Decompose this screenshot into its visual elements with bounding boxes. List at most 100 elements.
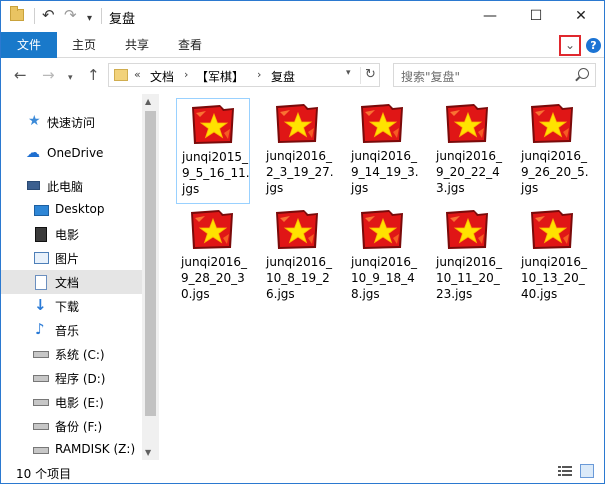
scroll-thumb[interactable]: [145, 111, 156, 416]
help-icon[interactable]: ?: [586, 38, 601, 53]
drive-icon: [33, 375, 49, 382]
divider: [34, 8, 35, 24]
undo-icon[interactable]: ↶: [42, 6, 55, 24]
file-name: junqi2016_10_11_20_23.jgs: [436, 255, 503, 301]
scroll-down-icon[interactable]: ▼: [145, 448, 151, 457]
maximize-button[interactable]: ☐: [513, 1, 559, 31]
junqi-file-icon: [191, 210, 233, 249]
file-name: junqi2016_10_9_18_48.jgs: [351, 255, 418, 301]
file-item[interactable]: junqi2016_10_9_18_48.jgs: [346, 204, 420, 310]
file-item[interactable]: junqi2016_9_14_19_3.jgs: [346, 98, 420, 204]
file-item[interactable]: junqi2016_2_3_19_27.jgs: [261, 98, 335, 204]
details-view-icon[interactable]: [558, 465, 572, 477]
nav-label: 此电脑: [47, 180, 84, 194]
file-name: junqi2016_10_13_20_40.jgs: [521, 255, 588, 301]
nav-onedrive[interactable]: ☁ OneDrive: [1, 142, 142, 166]
tab-home[interactable]: 主页: [72, 32, 96, 58]
file-item[interactable]: junqi2016_9_20_22_43.jgs: [431, 98, 505, 204]
documents-icon: [35, 275, 47, 290]
file-name: junqi2016_9_26_20_5.jgs: [521, 149, 589, 195]
recent-locations-icon[interactable]: ▾: [68, 70, 73, 86]
file-name: junqi2016_2_3_19_27.jgs: [266, 149, 334, 195]
nav-drive-z[interactable]: RAMDISK (Z:): [1, 438, 142, 460]
drive-icon: [33, 447, 49, 454]
junqi-file-icon: [361, 104, 403, 143]
address-bar[interactable]: « 文档 › 【军棋】 › 复盘 ▾ ↻: [108, 63, 380, 87]
breadcrumb-junqi[interactable]: 【军棋】: [196, 68, 244, 85]
refresh-icon[interactable]: ↻: [365, 67, 376, 82]
download-icon: ↓: [34, 296, 47, 314]
up-button[interactable]: ↑: [87, 67, 100, 83]
file-item[interactable]: junqi2016_10_13_20_40.jgs: [516, 204, 590, 310]
navigation-pane: ★ 快速访问 ☁ OneDrive 此电脑 Desktop 电影 图片 文档 ↓: [1, 94, 159, 460]
nav-this-pc[interactable]: 此电脑: [1, 174, 142, 198]
explorer-window: ↶ ↷ ▾ 复盘 — ☐ ✕ 文件 主页 共享 查看 ⌄ ? ← → ▾ ↑ «…: [0, 0, 605, 484]
nav-label: 程序 (D:): [55, 372, 106, 386]
customize-quick-access-icon[interactable]: ▾: [87, 10, 92, 28]
file-name: junqi2015_9_5_16_11.jgs: [182, 150, 250, 196]
redo-icon[interactable]: ↷: [64, 6, 77, 24]
chevron-right-icon[interactable]: ›: [257, 68, 261, 81]
nav-scrollbar[interactable]: ▲ ▼: [142, 94, 159, 460]
nav-label: 电影 (E:): [55, 396, 104, 410]
address-dropdown-icon[interactable]: ▾: [346, 68, 351, 78]
drive-icon: [33, 423, 49, 430]
file-item[interactable]: junqi2016_9_26_20_5.jgs: [516, 98, 590, 204]
file-list: junqi2015_9_5_16_11.jgs junqi2016_2_3_19_…: [161, 94, 604, 460]
expand-ribbon-button[interactable]: ⌄: [559, 35, 581, 56]
nav-drive-f[interactable]: 备份 (F:): [1, 414, 142, 438]
file-item[interactable]: junqi2016_10_8_19_26.jgs: [261, 204, 335, 310]
desktop-icon: [34, 205, 49, 216]
tab-view[interactable]: 查看: [178, 32, 202, 58]
file-name: junqi2016_9_28_20_30.jgs: [181, 255, 248, 301]
nav-drive-c[interactable]: 系统 (C:): [1, 342, 142, 366]
search-icon: [578, 68, 589, 79]
junqi-file-icon: [361, 210, 403, 249]
nav-pictures[interactable]: 图片: [1, 246, 142, 270]
breadcrumb-fupan[interactable]: 复盘: [271, 68, 295, 85]
forward-button[interactable]: →: [42, 67, 55, 83]
file-item[interactable]: junqi2015_9_5_16_11.jgs: [176, 98, 250, 204]
junqi-file-icon: [276, 210, 318, 249]
file-item[interactable]: junqi2016_10_11_20_23.jgs: [431, 204, 505, 310]
chevron-right-icon[interactable]: ›: [184, 68, 188, 81]
breadcrumb-overflow[interactable]: «: [134, 68, 141, 81]
nav-label: 图片: [55, 252, 80, 266]
divider: [101, 8, 102, 24]
tab-file[interactable]: 文件: [1, 32, 57, 58]
nav-drive-e[interactable]: 电影 (E:): [1, 390, 142, 414]
large-icons-view-icon[interactable]: [580, 464, 594, 478]
file-name: junqi2016_10_8_19_26.jgs: [266, 255, 333, 301]
junqi-file-icon: [531, 104, 573, 143]
tab-share[interactable]: 共享: [125, 32, 149, 58]
search-box[interactable]: 搜索"复盘": [393, 63, 596, 87]
nav-videos[interactable]: 电影: [1, 222, 142, 246]
cloud-icon: ☁: [26, 145, 40, 161]
nav-label: 系统 (C:): [55, 348, 105, 362]
close-button[interactable]: ✕: [558, 1, 604, 31]
nav-quick-access[interactable]: ★ 快速访问: [1, 110, 142, 134]
search-input[interactable]: 搜索"复盘": [401, 68, 460, 85]
title-bar[interactable]: ↶ ↷ ▾ 复盘 — ☐ ✕: [1, 1, 604, 32]
computer-icon: [27, 181, 40, 190]
nav-drive-d[interactable]: 程序 (D:): [1, 366, 142, 390]
nav-label: RAMDISK (Z:): [55, 442, 136, 456]
nav-label: 文档: [55, 276, 80, 290]
pictures-icon: [34, 252, 49, 264]
scroll-up-icon[interactable]: ▲: [145, 97, 151, 106]
drive-icon: [33, 399, 49, 406]
nav-desktop[interactable]: Desktop: [1, 198, 142, 222]
minimize-button[interactable]: —: [467, 1, 513, 31]
back-button[interactable]: ←: [14, 67, 27, 83]
divider: [360, 67, 361, 84]
nav-label: 备份 (F:): [55, 420, 103, 434]
nav-documents[interactable]: 文档: [1, 270, 142, 294]
nav-downloads[interactable]: ↓ 下载: [1, 294, 142, 318]
item-count: 10 个项目: [16, 467, 72, 481]
breadcrumb-documents[interactable]: 文档: [150, 68, 174, 85]
file-item[interactable]: junqi2016_9_28_20_30.jgs: [176, 204, 250, 310]
nav-label: 音乐: [55, 324, 80, 338]
nav-music[interactable]: ♪ 音乐: [1, 318, 142, 342]
junqi-file-icon: [446, 210, 488, 249]
junqi-file-icon: [446, 104, 488, 143]
